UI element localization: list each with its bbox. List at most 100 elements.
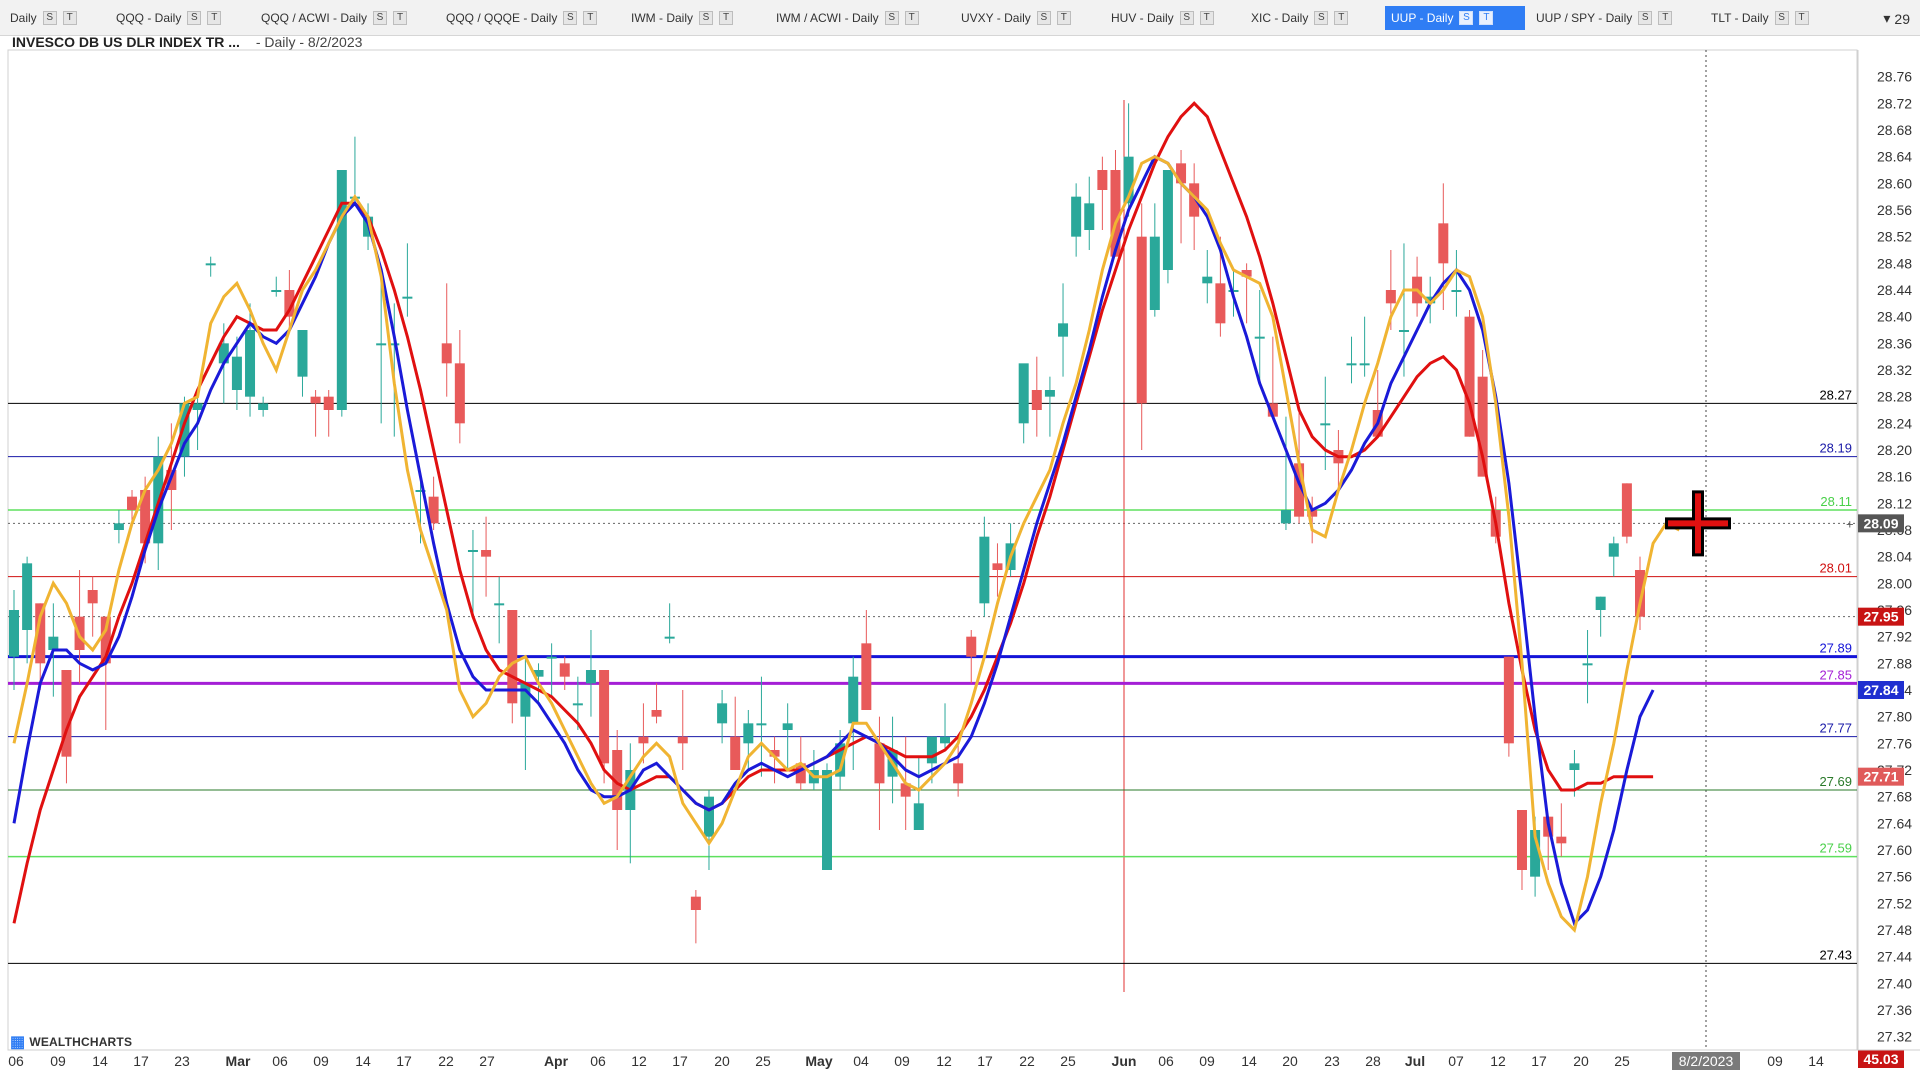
candle-body (940, 736, 951, 744)
time-tick-label: 25 (755, 1053, 771, 1069)
price-tick-label: 28.36 (1877, 335, 1912, 351)
time-tick-label: 17 (396, 1053, 412, 1069)
logo-mark-icon: ▦ (10, 1034, 26, 1051)
candle-body (467, 550, 478, 552)
price-tick-label: 27.36 (1877, 1002, 1912, 1018)
time-tick-label: 06 (590, 1053, 606, 1069)
price-tick-label: 27.64 (1877, 815, 1912, 831)
candle-body (1136, 236, 1147, 404)
time-tick-label: Jun (1112, 1053, 1137, 1069)
candle-body (651, 710, 662, 717)
candle-body (546, 656, 557, 659)
time-tick-label: 28 (1365, 1053, 1381, 1069)
candle-body (271, 290, 282, 292)
time-tick-label: 25 (1060, 1053, 1076, 1069)
candle-body (402, 296, 413, 299)
time-tick-label: 09 (50, 1053, 66, 1069)
time-tick-label: 12 (1490, 1053, 1506, 1069)
candle-body (1254, 336, 1265, 339)
add-level-icon: + (1846, 516, 1854, 531)
candle-body (677, 736, 688, 744)
candle-body (297, 330, 308, 377)
time-tick-label: 12 (936, 1053, 952, 1069)
price-tick-label: 28.12 (1877, 495, 1912, 511)
time-tick-label: 06 (8, 1053, 24, 1069)
plot-area (7, 49, 1858, 1051)
candle-body (1595, 596, 1606, 610)
price-tick-label: 28.56 (1877, 202, 1912, 218)
candle-body (1582, 663, 1593, 666)
price-tick-label: 28.28 (1877, 389, 1912, 405)
time-tick-label: 14 (1808, 1053, 1824, 1069)
candle-body (1398, 330, 1409, 332)
price-tick-label: 28.60 (1877, 175, 1912, 191)
candle-body (848, 676, 859, 724)
time-tick-label: 14 (355, 1053, 371, 1069)
level-label: 28.19 (1819, 441, 1852, 456)
price-tick-label: 27.56 (1877, 869, 1912, 885)
price-tick-label: 28.24 (1877, 415, 1912, 431)
price-tick-label: 27.44 (1877, 949, 1912, 965)
candle-body (258, 403, 269, 410)
candle-body (1385, 290, 1396, 304)
candle-body (1451, 290, 1462, 292)
price-tick-label: 27.40 (1877, 975, 1912, 991)
time-tick-label: 20 (714, 1053, 730, 1069)
time-tick-label: 14 (92, 1053, 108, 1069)
candle-body (743, 723, 754, 744)
logo-text: WEALTHCHARTS (29, 1035, 133, 1049)
price-tick-label: 28.72 (1877, 95, 1912, 111)
candle-body (48, 636, 59, 650)
price-tick-label: 28.68 (1877, 122, 1912, 138)
candle-body (520, 683, 531, 717)
candle-body (979, 536, 990, 604)
candle-body (730, 736, 741, 770)
candle-body (1346, 363, 1357, 366)
candle-body (441, 343, 452, 364)
candle-body (1280, 510, 1291, 524)
price-tick-label: 28.76 (1877, 69, 1912, 85)
candle-body (861, 643, 872, 710)
time-tick-label: 04 (853, 1053, 869, 1069)
time-tick-label: 09 (1199, 1053, 1215, 1069)
candle-body (245, 330, 256, 397)
price-chart[interactable]: 28.27 28.19 28.11 28.01 27.89 27.85 27.77 27.69… (0, 0, 1920, 1080)
time-tick-label: Apr (544, 1053, 569, 1069)
candle-body (664, 636, 675, 639)
candle-body (638, 736, 649, 744)
candle-body (1556, 836, 1567, 844)
time-tick-label: 20 (1282, 1053, 1298, 1069)
price-badge-label: 27.71 (1863, 769, 1898, 785)
candle-body (913, 803, 924, 830)
candle-body (87, 590, 98, 604)
time-tick-label: 17 (133, 1053, 149, 1069)
level-label: 27.77 (1819, 721, 1852, 736)
time-tick-label: 20 (1573, 1053, 1589, 1069)
price-tick-label: 28.00 (1877, 575, 1912, 591)
candle-body (1503, 656, 1514, 744)
candle-body (756, 723, 767, 726)
candle-body (454, 363, 465, 424)
price-tick-label: 27.52 (1877, 895, 1912, 911)
wealthcharts-logo: ▦ WEALTHCHARTS (10, 1032, 132, 1052)
candle-body (1084, 203, 1095, 230)
time-tick-label: 12 (631, 1053, 647, 1069)
time-tick-label: 17 (977, 1053, 993, 1069)
time-tick-label: 09 (894, 1053, 910, 1069)
candle-body (1569, 763, 1580, 770)
price-badge-label: 27.95 (1863, 609, 1898, 625)
price-tick-label: 28.44 (1877, 282, 1912, 298)
price-tick-label: 28.40 (1877, 309, 1912, 325)
price-tick-label: 27.88 (1877, 655, 1912, 671)
price-tick-label: 28.04 (1877, 549, 1912, 565)
candle-body (323, 396, 334, 410)
candle-body (782, 723, 793, 730)
candle-body (1149, 236, 1160, 310)
time-tick-label: 06 (1158, 1053, 1174, 1069)
time-tick-label: 07 (1448, 1053, 1464, 1069)
candle-body (1058, 323, 1069, 337)
price-tick-label: 27.60 (1877, 842, 1912, 858)
time-tick-label: Mar (226, 1053, 251, 1069)
level-label: 27.89 (1819, 641, 1852, 656)
price-badge-label: 28.09 (1863, 515, 1898, 531)
